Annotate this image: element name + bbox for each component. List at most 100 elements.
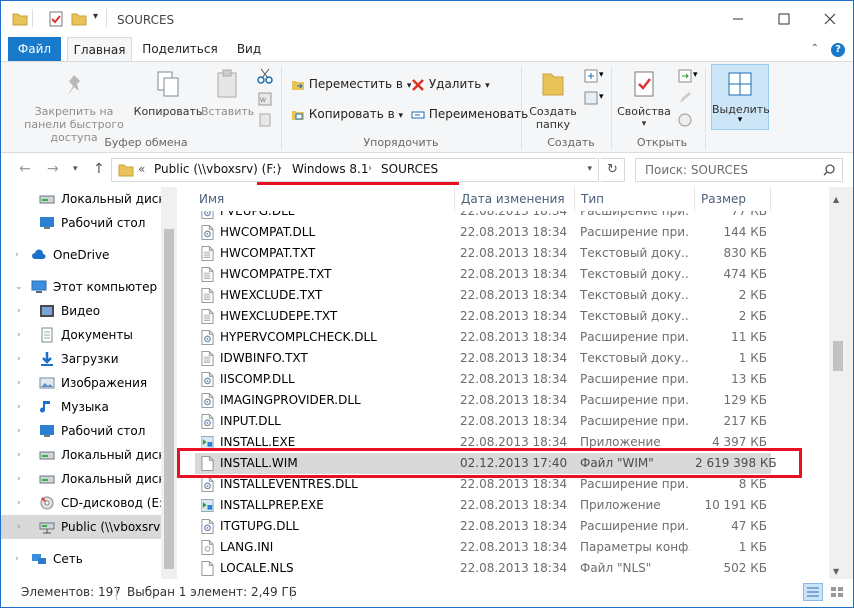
nav-item[interactable]: › Видео: [1, 299, 161, 323]
large-icons-view-button[interactable]: [827, 583, 847, 601]
select-button[interactable]: Выделить ▾: [711, 64, 770, 130]
nav-item[interactable]: Рабочий стол: [1, 211, 161, 235]
new-folder-quick-icon[interactable]: [70, 10, 88, 28]
file-row[interactable]: ITGTUPG.DLL 22.08.2013 18:34 Расширение пр…: [195, 516, 771, 537]
cut-icon[interactable]: [257, 68, 273, 84]
breadcrumb-chevron-icon[interactable]: ›: [278, 163, 282, 174]
expand-chevron-icon[interactable]: ›: [17, 395, 21, 419]
nav-item[interactable]: Локальный диск (: [1, 187, 161, 211]
properties-button[interactable]: Свойства ▾: [615, 68, 673, 131]
paste-button[interactable]: Вставить: [201, 68, 254, 118]
address-dropdown-icon[interactable]: ▾: [587, 164, 592, 174]
nav-item[interactable]: › Загрузки: [1, 347, 161, 371]
file-row[interactable]: HWCOMPATPE.TXT 22.08.2013 18:34 Текстовый …: [195, 264, 771, 285]
new-item-icon[interactable]: [583, 68, 599, 84]
nav-item[interactable]: ⌄ Этот компьютер: [1, 275, 161, 299]
copy-button[interactable]: Копировать: [133, 68, 203, 118]
file-list-scrollbar[interactable]: [829, 187, 853, 579]
nav-item[interactable]: › Музыка: [1, 395, 161, 419]
new-item-dropdown-icon[interactable]: ▾: [599, 70, 604, 80]
easy-access-dropdown-icon[interactable]: ▾: [599, 92, 604, 102]
nav-item[interactable]: › Локальный диск (: [1, 467, 161, 491]
expand-chevron-icon[interactable]: ›: [17, 491, 21, 515]
maximize-button[interactable]: [761, 1, 807, 37]
nav-item[interactable]: › Изображения: [1, 371, 161, 395]
history-icon[interactable]: [677, 112, 693, 128]
file-list-scrollbar-thumb[interactable]: [833, 341, 843, 371]
help-icon[interactable]: ?: [831, 43, 845, 57]
expand-chevron-icon[interactable]: ›: [17, 419, 21, 443]
file-row[interactable]: HWCOMPAT.DLL 22.08.2013 18:34 Расширение п…: [195, 222, 771, 243]
edit-icon[interactable]: [677, 90, 693, 106]
move-to-button[interactable]: Переместить в ▾: [291, 74, 411, 94]
breadcrumb-windows[interactable]: Windows 8.1: [292, 162, 368, 176]
new-folder-button[interactable]: Создать папку: [527, 68, 579, 131]
ribbon-collapse-icon[interactable]: ⌃: [811, 43, 819, 54]
nav-item[interactable]: › Рабочий стол: [1, 419, 161, 443]
file-row[interactable]: HWEXCLUDEPE.TXT 22.08.2013 18:34 Текстовый…: [195, 306, 771, 327]
nav-item[interactable]: › Документы: [1, 323, 161, 347]
file-row[interactable]: HWEXCLUDE.TXT 22.08.2013 18:34 Текстовый д…: [195, 285, 771, 306]
close-button[interactable]: [807, 1, 853, 37]
scroll-down-icon[interactable]: ▼: [833, 567, 839, 576]
up-arrow-icon[interactable]: ↑: [93, 161, 105, 177]
column-header-name[interactable]: Имя: [193, 187, 455, 211]
expand-chevron-icon[interactable]: ›: [17, 443, 21, 467]
nav-item[interactable]: › CD-дисковод (E:) V: [1, 491, 161, 515]
expand-chevron-icon[interactable]: ›: [15, 547, 19, 571]
open-dropdown-icon[interactable]: ▾: [693, 70, 698, 80]
easy-access-icon[interactable]: [583, 90, 599, 106]
expand-chevron-icon[interactable]: ›: [15, 243, 19, 267]
expand-chevron-icon[interactable]: ›: [17, 467, 21, 491]
tab-share[interactable]: Поделиться: [139, 37, 221, 61]
copy-to-button[interactable]: Копировать в ▾: [291, 104, 403, 124]
column-header-type[interactable]: Тип: [575, 187, 695, 211]
column-header-size[interactable]: Размер: [695, 187, 771, 211]
expand-chevron-icon[interactable]: ›: [17, 371, 21, 395]
expand-chevron-icon[interactable]: ›: [17, 323, 21, 347]
breadcrumb-overflow[interactable]: «: [138, 162, 145, 176]
forward-arrow-icon[interactable]: →: [47, 161, 59, 177]
file-row[interactable]: INSTALLPREP.EXE 22.08.2013 18:34 Приложени…: [195, 495, 771, 516]
nav-item[interactable]: › Локальный диск (: [1, 443, 161, 467]
pin-quick-access-button[interactable]: Закрепить на панели быстрого доступа: [13, 72, 135, 144]
recent-locations-icon[interactable]: ▾: [73, 164, 78, 174]
nav-scrollbar-thumb[interactable]: [164, 229, 174, 569]
properties-quick-icon[interactable]: [47, 10, 65, 28]
file-row[interactable]: IDWBINFO.TXT 22.08.2013 18:34 Текстовый до…: [195, 348, 771, 369]
expand-down-icon[interactable]: ⌄: [15, 275, 23, 299]
file-row[interactable]: HYPERVCOMPLCHECK.DLL 22.08.2013 18:34 Расш…: [195, 327, 771, 348]
rename-button[interactable]: Переименовать: [411, 104, 528, 124]
expand-chevron-icon[interactable]: ›: [17, 347, 21, 371]
search-input[interactable]: Поиск: SOURCES: [635, 158, 843, 182]
breadcrumb-chevron-icon[interactable]: ›: [368, 163, 372, 174]
copy-path-icon[interactable]: W: [257, 91, 273, 107]
quick-access-dropdown-icon[interactable]: ▾: [93, 11, 98, 22]
minimize-button[interactable]: [715, 1, 761, 37]
tab-home[interactable]: Главная: [67, 37, 132, 61]
column-header-date[interactable]: Дата изменения: [455, 187, 575, 211]
refresh-button[interactable]: ↻: [601, 158, 625, 182]
back-arrow-icon[interactable]: ←: [19, 161, 31, 177]
expand-chevron-icon[interactable]: ›: [17, 515, 21, 539]
delete-button[interactable]: Удалить ▾: [411, 74, 490, 94]
breadcrumb-public[interactable]: Public (\\vboxsrv) (F:): [154, 162, 281, 176]
file-row[interactable]: LOCALE.NLS 22.08.2013 18:34 Файл "NLS" 502 …: [195, 558, 771, 579]
nav-item[interactable]: › OneDrive: [1, 243, 161, 267]
breadcrumb-sources[interactable]: SOURCES: [381, 162, 438, 176]
details-view-button[interactable]: [803, 583, 823, 601]
file-row[interactable]: IMAGINGPROVIDER.DLL 22.08.2013 18:34 Расши…: [195, 390, 771, 411]
expand-chevron-icon[interactable]: ›: [17, 299, 21, 323]
nav-item[interactable]: › Public (\\vboxsrv) (: [1, 515, 161, 539]
file-row[interactable]: HWCOMPAT.TXT 22.08.2013 18:34 Текстовый до…: [195, 243, 771, 264]
open-icon[interactable]: [677, 68, 693, 84]
tab-view[interactable]: Вид: [229, 37, 269, 61]
file-row[interactable]: IISCOMP.DLL 22.08.2013 18:34 Расширение пр…: [195, 369, 771, 390]
file-row[interactable]: LANG.INI 22.08.2013 18:34 Параметры конф..…: [195, 537, 771, 558]
tab-file[interactable]: Файл: [8, 37, 61, 61]
address-bar[interactable]: « Public (\\vboxsrv) (F:) › Windows 8.1 …: [111, 158, 599, 182]
paste-shortcut-icon[interactable]: [257, 112, 273, 128]
scroll-up-icon[interactable]: ▲: [833, 195, 839, 204]
file-row[interactable]: INPUT.DLL 22.08.2013 18:34 Расширение при.…: [195, 411, 771, 432]
nav-item[interactable]: › Сеть: [1, 547, 161, 571]
